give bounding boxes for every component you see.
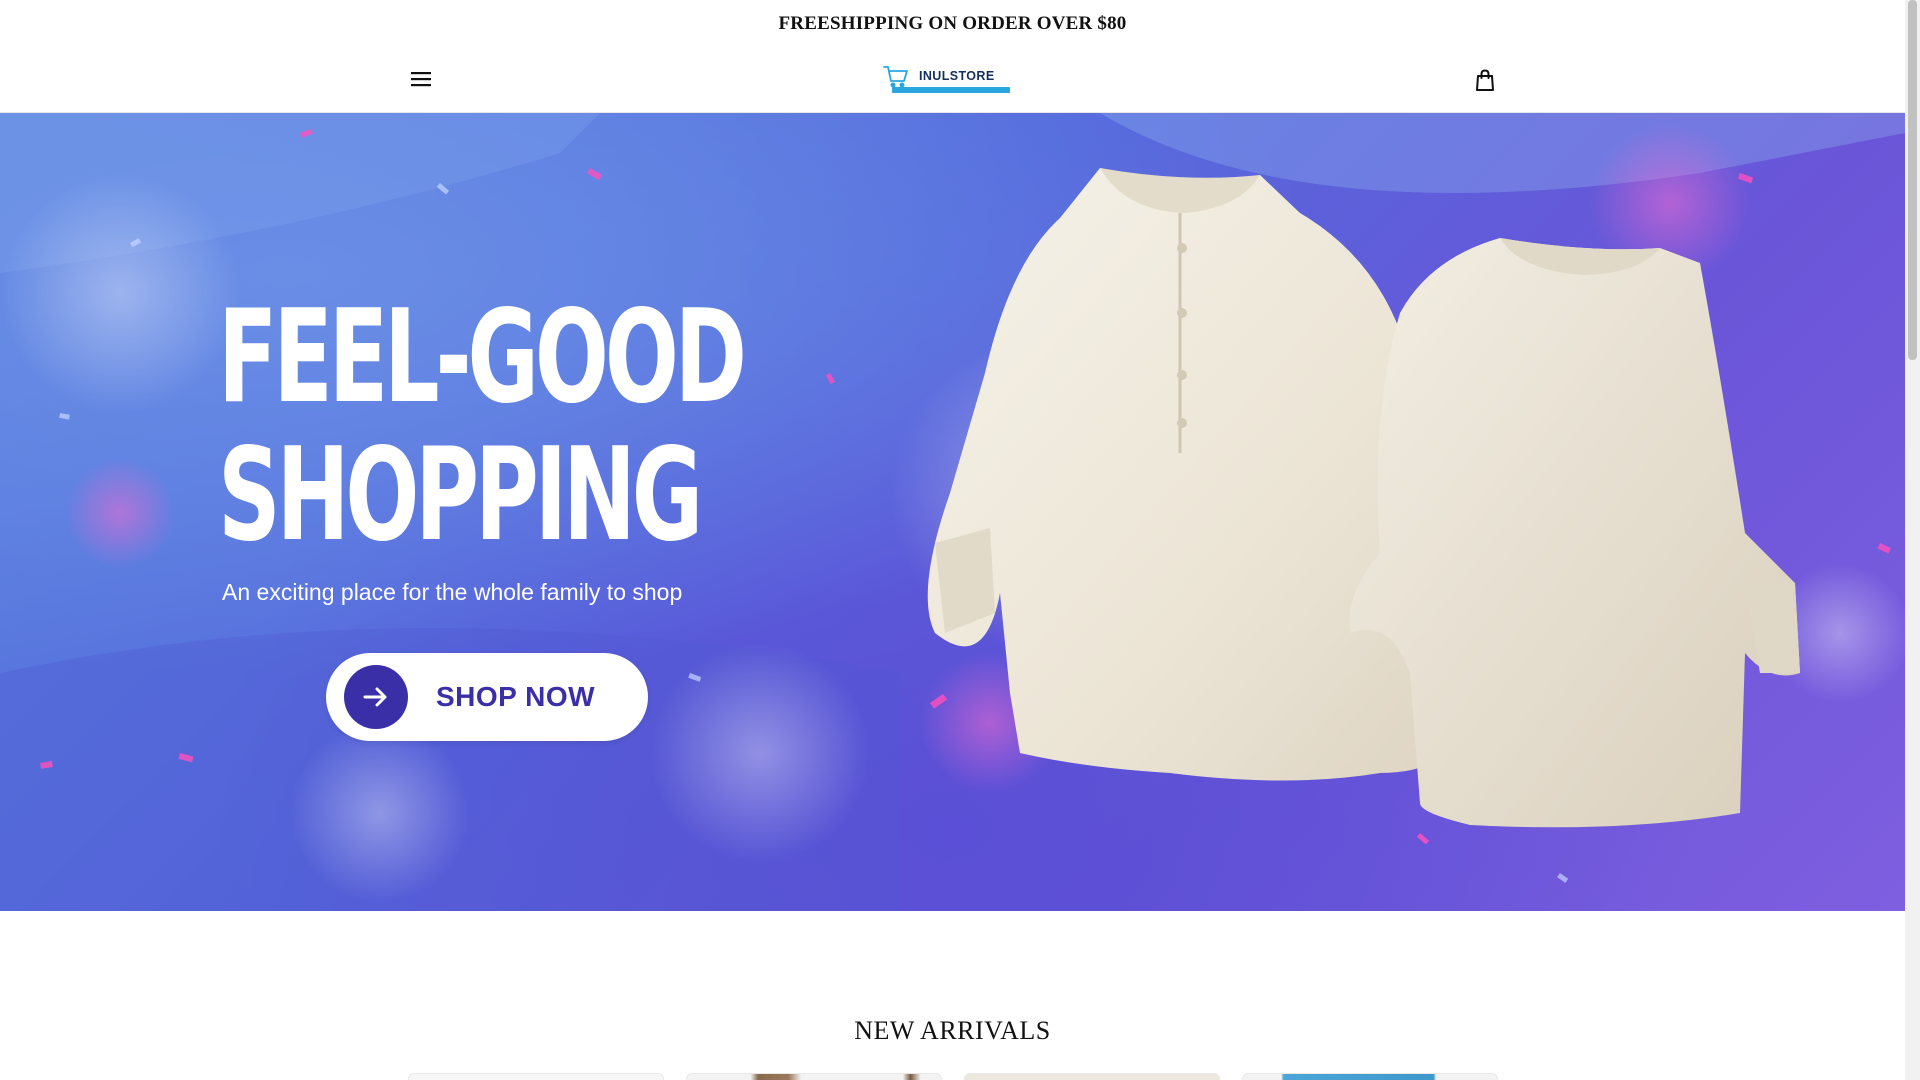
announcement-bar: FREESHIPPING ON ORDER OVER $80 bbox=[0, 0, 1905, 48]
arrow-right-icon bbox=[363, 687, 387, 707]
site-logo[interactable]: INULSTORE bbox=[882, 62, 1012, 98]
logo-underline bbox=[892, 87, 1010, 93]
shop-now-label: SHOP NOW bbox=[436, 681, 596, 712]
cart-button[interactable] bbox=[1470, 65, 1500, 95]
menu-button[interactable] bbox=[404, 66, 438, 92]
hero-title-line1: FEEL-GOOD bbox=[218, 283, 747, 432]
hero-banner[interactable]: FEEL-GOOD SHOPPING An exciting place for… bbox=[0, 113, 1905, 911]
product-card[interactable] bbox=[964, 1073, 1220, 1080]
scrollbar-thumb[interactable] bbox=[1908, 0, 1917, 360]
product-card[interactable] bbox=[1242, 1073, 1498, 1080]
cta-circle bbox=[344, 665, 408, 729]
shop-now-button[interactable]: SHOP NOW bbox=[326, 653, 648, 741]
hamburger-menu-icon bbox=[411, 72, 431, 87]
hero-title-line2: SHOPPING bbox=[218, 421, 703, 570]
site-header: INULSTORE bbox=[0, 48, 1905, 113]
shirt-back-image bbox=[1349, 238, 1800, 828]
shopping-bag-icon bbox=[1476, 69, 1494, 91]
new-arrivals-title: NEW ARRIVALS bbox=[854, 1016, 1051, 1045]
logo-text: INULSTORE bbox=[919, 69, 995, 83]
product-card[interactable] bbox=[686, 1073, 942, 1080]
hero-subtitle: An exciting place for the whole family t… bbox=[222, 579, 683, 605]
page: FREESHIPPING ON ORDER OVER $80 INULSTORE bbox=[0, 0, 1905, 1080]
announcement-text: FREESHIPPING ON ORDER OVER $80 bbox=[778, 13, 1127, 34]
hero-title: FEEL-GOOD SHOPPING bbox=[218, 283, 747, 570]
shopping-cart-icon bbox=[883, 66, 908, 88]
new-arrivals-grid bbox=[408, 1073, 1498, 1080]
page-scrollbar[interactable] bbox=[1905, 0, 1920, 1080]
product-card[interactable] bbox=[408, 1073, 664, 1080]
